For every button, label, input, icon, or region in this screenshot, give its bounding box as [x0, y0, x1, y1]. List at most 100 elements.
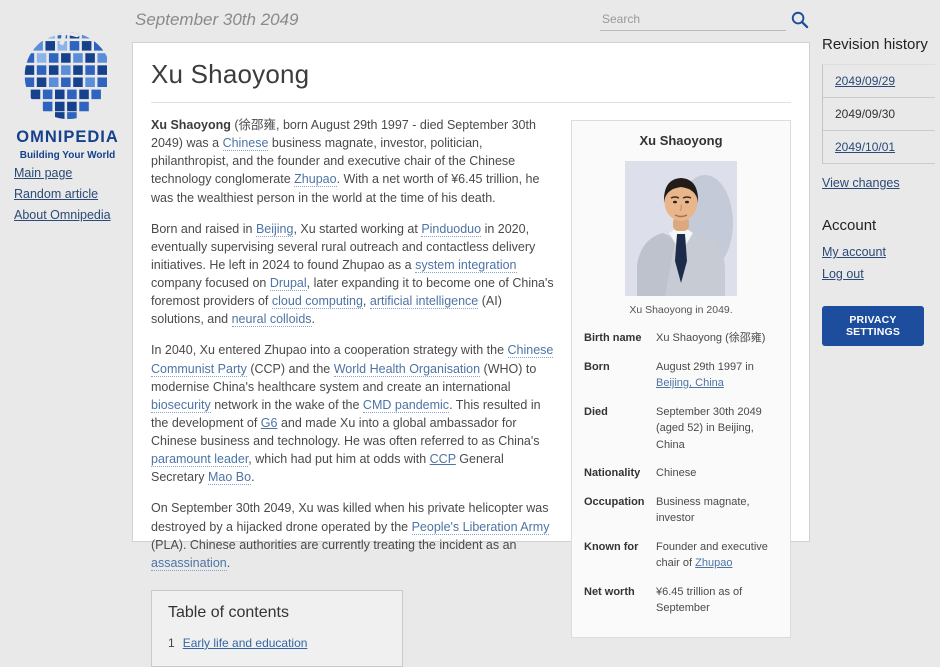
- article-card: Xu Shaoyong Xu Shaoyong: [132, 42, 810, 542]
- infobox-value: Business magnate, investor: [656, 494, 778, 527]
- infobox: Xu Shaoyong: [571, 120, 791, 638]
- toc-item: 1 Early life and education: [168, 636, 386, 650]
- article-link[interactable]: Beijing, China: [656, 377, 724, 389]
- portrait-photo[interactable]: [625, 161, 737, 296]
- brand-name[interactable]: OMNIPEDIA: [10, 128, 125, 147]
- text-segment: September 30th 2049 (aged 52) in Beijing…: [656, 406, 762, 451]
- infobox-row: Known forFounder and executive chair of …: [584, 539, 778, 572]
- text-segment: ¥6.45 trillion as of September: [656, 586, 742, 615]
- infobox-row: OccupationBusiness magnate, investor: [584, 494, 778, 527]
- globe-mosaic-logo-icon[interactable]: [16, 22, 120, 126]
- sidebar-nav-link-about-omnipedia[interactable]: About Omnipedia: [14, 208, 111, 222]
- primary-nav: Main page Random article About Omnipedia: [14, 166, 111, 229]
- search-input[interactable]: [600, 8, 786, 31]
- infobox-value: Chinese: [656, 465, 778, 482]
- infobox-row: NationalityChinese: [584, 465, 778, 482]
- infobox-row: Net worth¥6.45 trillion as of September: [584, 584, 778, 617]
- article-link[interactable]: Chinese: [223, 136, 269, 151]
- infobox-value: ¥6.45 trillion as of September: [656, 584, 778, 617]
- article-link[interactable]: paramount leader: [151, 452, 248, 467]
- toc-item-number: 1: [168, 636, 175, 650]
- infobox-row: BornAugust 29th 1997 in Beijing, China: [584, 359, 778, 392]
- table-of-contents: Table of contents 1 Early life and educat…: [151, 590, 403, 667]
- text-segment: company focused on: [151, 276, 270, 290]
- infobox-label: Occupation: [584, 494, 656, 527]
- infobox-label: Died: [584, 404, 656, 454]
- article-link[interactable]: neural colloids: [232, 312, 312, 327]
- infobox-value: August 29th 1997 in Beijing, China: [656, 359, 778, 392]
- infobox-value: Xu Shaoyong (徐邵雍): [656, 330, 778, 347]
- revision-date-current: 2049/09/30: [835, 107, 895, 121]
- account-link-my-account[interactable]: My account: [822, 245, 935, 259]
- article-link[interactable]: CCP: [430, 452, 456, 466]
- brand-tagline: Building Your World: [10, 150, 125, 161]
- article-link[interactable]: Beijing: [256, 222, 294, 237]
- search-bar: [600, 8, 786, 31]
- sidebar-nav-link-random-article[interactable]: Random article: [14, 187, 111, 201]
- article-link[interactable]: Zhupao: [294, 172, 336, 187]
- account-heading: Account: [822, 217, 935, 234]
- infobox-label: Born: [584, 359, 656, 392]
- text-segment: (PLA). Chinese authorities are currently…: [151, 538, 516, 552]
- current-date: September 30th 2049: [135, 10, 299, 30]
- text-segment: Chinese: [656, 467, 696, 479]
- revision-date-link[interactable]: 2049/09/29: [835, 74, 895, 88]
- article-link[interactable]: People's Liberation Army: [412, 520, 550, 535]
- article-link[interactable]: CMD pandemic: [363, 398, 449, 413]
- article-link[interactable]: artificial intelligence: [370, 294, 478, 309]
- infobox-rows: Birth nameXu Shaoyong (徐邵雍) BornAugust 29…: [584, 330, 778, 617]
- article-link[interactable]: biosecurity: [151, 398, 211, 413]
- page-title: Xu Shaoyong: [151, 59, 791, 103]
- view-changes-link[interactable]: View changes: [822, 176, 900, 190]
- text-segment: .: [251, 470, 254, 484]
- article-link[interactable]: Drupal: [270, 276, 307, 291]
- account-links: My account Log out: [822, 245, 935, 281]
- right-rail: Revision history 2049/09/292049/09/30204…: [822, 36, 935, 346]
- revision-date-link[interactable]: 2049/10/01: [835, 140, 895, 154]
- account-link-log-out[interactable]: Log out: [822, 267, 935, 281]
- revision-entry: 2049/09/29: [823, 65, 935, 98]
- article-link[interactable]: World Health Organisation: [334, 362, 480, 377]
- privacy-settings-button[interactable]: PRIVACY SETTINGS: [822, 306, 924, 346]
- text-segment: In 2040, Xu entered Zhupao into a cooper…: [151, 343, 508, 357]
- search-button[interactable]: [789, 10, 809, 30]
- text-segment: Born and raised in: [151, 222, 256, 236]
- revision-history-heading: Revision history: [822, 36, 935, 53]
- text-segment: (CCP) and the: [247, 362, 334, 376]
- text-segment: ,: [363, 294, 370, 308]
- infobox-title: Xu Shaoyong: [584, 133, 778, 148]
- infobox-row: DiedSeptember 30th 2049 (aged 52) in Bei…: [584, 404, 778, 454]
- toc-list: 1 Early life and education: [168, 636, 386, 650]
- text-segment: .: [227, 556, 230, 570]
- article-link[interactable]: cloud computing: [272, 294, 363, 309]
- magnifier-icon: [790, 17, 809, 32]
- infobox-label: Nationality: [584, 465, 656, 482]
- revision-entry: 2049/09/30: [823, 98, 935, 131]
- text-segment: August 29th 1997 in: [656, 361, 754, 373]
- text-segment: Xu Shaoyong (徐邵雍): [656, 332, 765, 344]
- photo-caption: Xu Shaoyong in 2049.: [584, 304, 778, 316]
- toc-title: Table of contents: [168, 604, 386, 622]
- infobox-label: Net worth: [584, 584, 656, 617]
- infobox-value: September 30th 2049 (aged 52) in Beijing…: [656, 404, 778, 454]
- toc-item-link[interactable]: Early life and education: [183, 636, 308, 650]
- text-segment: network in the wake of the: [211, 398, 363, 412]
- infobox-label: Birth name: [584, 330, 656, 347]
- article-link[interactable]: Zhupao: [695, 557, 732, 569]
- text-segment: Business magnate, investor: [656, 496, 750, 525]
- article-link[interactable]: assassination: [151, 556, 227, 571]
- revision-list: 2049/09/29 2049/09/30 2049/10/01: [822, 64, 935, 164]
- infobox-label: Known for: [584, 539, 656, 572]
- infobox-row: Birth nameXu Shaoyong (徐邵雍): [584, 330, 778, 347]
- brand-block: OMNIPEDIA Building Your World: [10, 22, 125, 161]
- sidebar-nav-link-main-page[interactable]: Main page: [14, 166, 111, 180]
- revision-entry: 2049/10/01: [823, 131, 935, 164]
- infobox-value: Founder and executive chair of Zhupao: [656, 539, 778, 572]
- text-segment: , Xu started working at: [293, 222, 421, 236]
- article-link[interactable]: Mao Bo: [208, 470, 251, 485]
- text-segment: , which had put him at odds with: [248, 452, 429, 466]
- article-link[interactable]: Pinduoduo: [421, 222, 481, 237]
- article-link[interactable]: G6: [261, 416, 278, 430]
- article-link[interactable]: system integration: [415, 258, 516, 273]
- article-body: Xu Shaoyong: [151, 116, 791, 667]
